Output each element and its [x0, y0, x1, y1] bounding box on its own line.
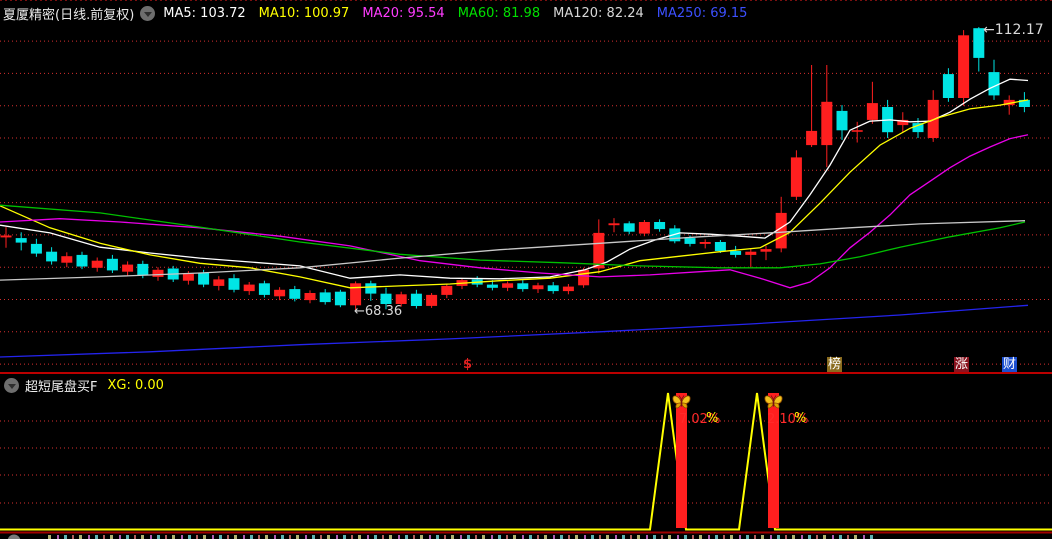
watermark: $ — [463, 357, 473, 372]
low-price-annotation: ←68.36 — [354, 304, 403, 319]
ma-label: MA250: 69.15 — [656, 5, 748, 21]
ma-label: MA60: 81.98 — [457, 5, 541, 21]
collapse-chevron-icon[interactable] — [140, 5, 156, 21]
signal-percent-overlay: % — [706, 411, 719, 426]
trading-app-window: 夏厦精密(日线.前复权) MA5: 103.72 MA10: 100.97 MA20… — [0, 0, 1052, 539]
watermark: 涨 — [954, 357, 970, 372]
ma-label: MA5: 103.72 — [163, 5, 246, 21]
ma-label: MA10: 100.97 — [258, 5, 350, 21]
watermark: 榜 — [827, 357, 843, 372]
main-chart-canvas[interactable] — [0, 0, 1052, 539]
high-price-annotation: ←112.17 — [983, 22, 1044, 38]
ma-label: MA20: 95.54 — [362, 5, 445, 21]
indicator-value: XG: 0.00 — [107, 377, 164, 393]
stock-title: 夏厦精密(日线.前复权) — [3, 7, 135, 23]
collapse-chevron-icon[interactable] — [4, 377, 19, 393]
indicator-header: 超短尾盘买F XG: 0.00 — [0, 376, 164, 395]
signal-percent-overlay: % — [794, 411, 807, 426]
main-chart-header: 夏厦精密(日线.前复权) MA5: 103.72 MA10: 100.97 MA20… — [0, 2, 747, 24]
indicator-title: 超短尾盘买F — [25, 379, 98, 395]
ma-value-row: MA5: 103.72 MA10: 100.97 MA20: 95.54 MA60: … — [163, 6, 747, 21]
pane-top-border — [0, 0, 1052, 1]
clipped-panel-strip — [48, 535, 878, 539]
watermark: 财 — [1002, 357, 1018, 372]
ma-label: MA120: 82.24 — [553, 5, 644, 21]
